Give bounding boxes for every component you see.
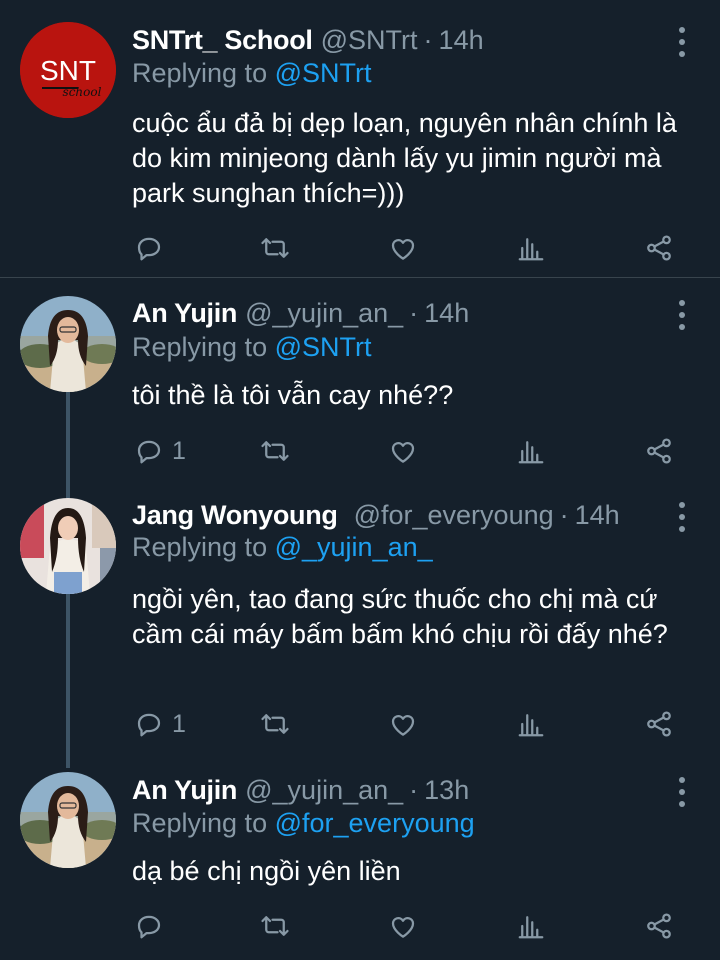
replying-to: Replying to @for_everyoung [132,808,475,839]
tweet-header: SNTrt_ School @SNTrt · 14h [132,20,660,60]
tweet-text: ngồi yên, tao đang sức thuốc cho chị mà … [132,584,668,649]
tweet-actions: 1 [132,706,700,742]
tweet-text: tôi thề là tôi vẫn cay nhé?? [132,380,454,410]
more-options-icon[interactable] [672,300,692,330]
analytics-button[interactable] [516,230,546,266]
tweet-actions [132,230,700,266]
like-icon [388,233,418,263]
reply-count: 1 [172,709,186,738]
avatar[interactable]: SNT school [20,22,116,118]
share-icon [644,709,674,739]
tweet-text: dạ bé chị ngồi yên liền [132,856,401,886]
girl-store-photo-icon [20,498,116,594]
separator: · [423,24,433,55]
retweet-icon [260,233,290,263]
more-options-icon[interactable] [672,502,692,532]
reply-button[interactable]: 1 [134,433,186,469]
more-options-icon[interactable] [672,777,692,807]
replying-label: Replying to [132,532,268,562]
avatar[interactable] [20,296,116,392]
reply-icon [134,911,164,941]
like-button[interactable] [388,908,418,944]
tweet-1[interactable]: SNT school SNTrt_ School @SNTrt · 14h Re… [0,0,720,278]
retweet-button[interactable] [260,433,290,469]
tweet-3[interactable]: Jang Wonyoung @for_everyoung · 14h Reply… [0,480,720,752]
avatar[interactable] [20,772,116,868]
retweet-icon [260,709,290,739]
analytics-icon [516,233,546,263]
reply-icon [134,436,164,466]
user-handle[interactable]: @SNTrt [321,25,418,56]
tweet-header: Jang Wonyoung @for_everyoung · 14h [132,495,660,535]
user-name[interactable]: Jang Wonyoung [132,500,338,531]
share-button[interactable] [644,230,674,266]
timestamp[interactable]: 14h [575,500,620,531]
reply-count: 1 [172,436,186,465]
retweet-button[interactable] [260,230,290,266]
separator: · [409,297,419,328]
like-button[interactable] [388,433,418,469]
user-handle[interactable]: @for_everyoung [354,500,554,531]
share-button[interactable] [644,908,674,944]
replying-to: Replying to @SNTrt [132,58,372,89]
tweet-header: An Yujin @_yujin_an_ · 13h [132,770,660,810]
like-icon [388,436,418,466]
user-name[interactable]: SNTrt_ School [132,25,313,56]
analytics-icon [516,436,546,466]
reply-button[interactable] [134,908,172,944]
retweet-icon [260,911,290,941]
svg-text:SNT: SNT [40,55,96,86]
share-icon [644,911,674,941]
timestamp[interactable]: 14h [439,25,484,56]
share-button[interactable] [644,433,674,469]
replying-to: Replying to @_yujin_an_ [132,532,433,563]
avatar[interactable] [20,498,116,594]
user-handle[interactable]: @_yujin_an_ [245,298,403,329]
timestamp[interactable]: 13h [424,775,469,806]
mention-link[interactable]: @SNTrt [275,58,372,88]
analytics-button[interactable] [516,908,546,944]
user-handle[interactable]: @_yujin_an_ [245,775,403,806]
share-icon [644,436,674,466]
tweet-actions [132,908,700,944]
tweet-4[interactable]: An Yujin @_yujin_an_ · 13h Replying to @… [0,756,720,960]
girl-beach-photo-icon [20,296,116,392]
replying-label: Replying to [132,808,268,838]
share-button[interactable] [644,706,674,742]
mention-link[interactable]: @SNTrt [275,332,372,362]
analytics-icon [516,709,546,739]
retweet-button[interactable] [260,706,290,742]
user-name[interactable]: An Yujin [132,775,237,806]
analytics-button[interactable] [516,706,546,742]
tweet-actions: 1 [132,433,700,469]
like-button[interactable] [388,230,418,266]
analytics-icon [516,911,546,941]
replying-to: Replying to @SNTrt [132,332,372,363]
replying-label: Replying to [132,58,268,88]
like-icon [388,911,418,941]
reply-button[interactable] [134,230,172,266]
mention-link[interactable]: @for_everyoung [275,808,475,838]
reply-button[interactable]: 1 [134,706,186,742]
share-icon [644,233,674,263]
mention-link[interactable]: @_yujin_an_ [275,532,433,562]
separator: · [409,774,419,805]
separator: · [559,499,569,530]
replying-label: Replying to [132,332,268,362]
tweet-2[interactable]: An Yujin @_yujin_an_ · 14h Replying to @… [0,278,720,478]
tweet-header: An Yujin @_yujin_an_ · 14h [132,293,660,333]
tweet-text: cuộc ẩu đả bị dẹp loạn, nguyên nhân chín… [132,108,677,208]
reply-icon [134,233,164,263]
like-icon [388,709,418,739]
reply-icon [134,709,164,739]
retweet-icon [260,436,290,466]
like-button[interactable] [388,706,418,742]
retweet-button[interactable] [260,908,290,944]
analytics-button[interactable] [516,433,546,469]
user-name[interactable]: An Yujin [132,298,237,329]
girl-beach-photo-icon [20,772,116,868]
more-options-icon[interactable] [672,27,692,57]
timestamp[interactable]: 14h [424,298,469,329]
